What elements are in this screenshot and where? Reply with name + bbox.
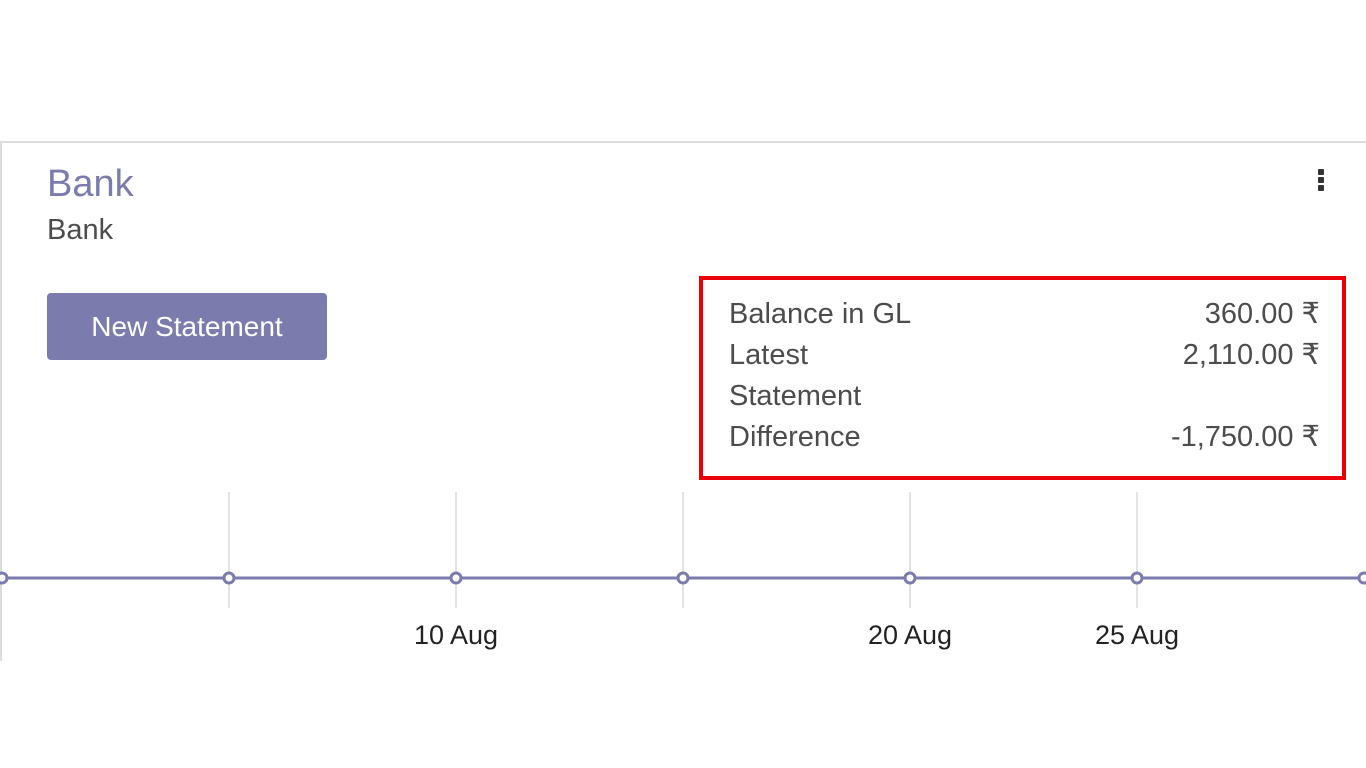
- data-point[interactable]: [676, 571, 690, 585]
- latest-statement-label: Latest Statement: [729, 335, 861, 417]
- data-point[interactable]: [0, 571, 9, 585]
- new-statement-button[interactable]: New Statement: [47, 293, 327, 360]
- latest-label-line2: Statement: [729, 380, 862, 412]
- balance-summary: Balance in GL 360.00 ₹ Latest Statement …: [699, 276, 1346, 480]
- data-point[interactable]: [903, 571, 917, 585]
- difference-label: Difference: [729, 421, 861, 453]
- balance-graph: 10 Aug 20 Aug 25 Aug: [0, 492, 1366, 650]
- latest-label-line1: Latest: [729, 339, 808, 371]
- x-tick-label: 20 Aug: [868, 620, 952, 650]
- data-point[interactable]: [1357, 571, 1366, 585]
- journal-title[interactable]: Bank: [47, 165, 134, 203]
- graph-tick-labels: 10 Aug 20 Aug 25 Aug: [414, 620, 1179, 650]
- difference-value: -1,750.00 ₹: [1170, 421, 1320, 453]
- latest-statement-value: 2,110.00 ₹: [1182, 339, 1320, 371]
- graph-line-layer: [0, 571, 1366, 585]
- graph-gridlines: [228, 492, 1138, 608]
- balance-in-gl-label: Balance in GL: [729, 298, 912, 330]
- balance-in-gl-value: 360.00 ₹: [1204, 298, 1320, 330]
- journal-type: Bank: [47, 214, 114, 246]
- data-point[interactable]: [222, 571, 236, 585]
- vertical-ellipsis-icon[interactable]: [1314, 169, 1328, 195]
- data-point[interactable]: [449, 571, 463, 585]
- data-point[interactable]: [1130, 571, 1144, 585]
- x-tick-label: 25 Aug: [1095, 620, 1179, 650]
- x-tick-label: 10 Aug: [414, 620, 498, 650]
